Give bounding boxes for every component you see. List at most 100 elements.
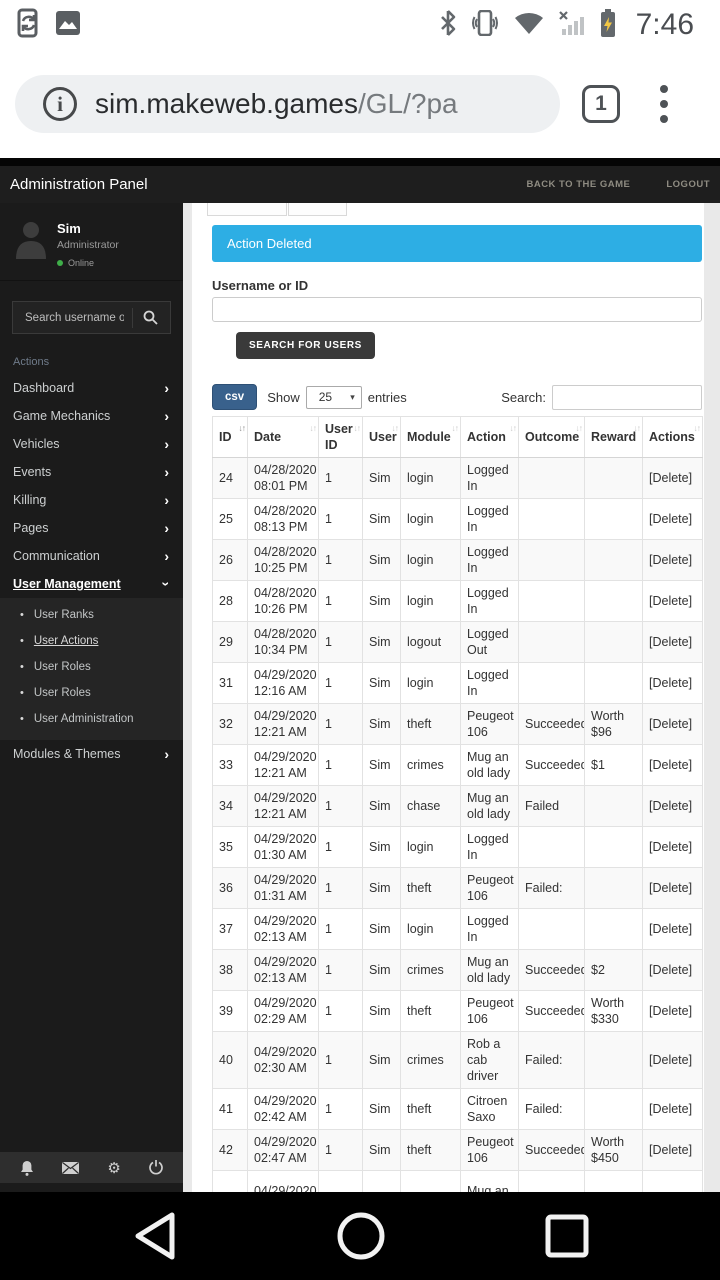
table-row: 35 04/29/2020 01:30 AM 1 Sim login Logged In [… — [212, 826, 703, 868]
tab-switcher-button[interactable]: 1 — [582, 85, 620, 123]
column-header-outcome[interactable]: Outcome ↓↑ — [518, 416, 585, 458]
sidebar-item-label: Pages — [13, 521, 49, 535]
back-to-game-link[interactable]: BACK TO THE GAME — [526, 179, 630, 190]
sidebar-search-input[interactable] — [13, 311, 132, 324]
clipped-tab[interactable] — [207, 203, 287, 216]
delete-action-link[interactable]: [Delete] — [649, 1053, 692, 1067]
delete-action-link[interactable]: [Delete] — [649, 799, 692, 813]
search-icon[interactable] — [132, 307, 170, 328]
table-search-input[interactable] — [552, 384, 702, 410]
table-row: 25 04/28/2020 08:13 PM 1 Sim login Logged In [… — [212, 498, 703, 540]
sidebar-item-communication[interactable]: Communication › — [0, 542, 183, 570]
delete-action-link[interactable]: [Delete] — [649, 676, 692, 690]
chevron-right-icon: › — [164, 520, 169, 536]
delete-action-link[interactable]: [Delete] — [649, 512, 692, 526]
sidebar-item-modules-themes[interactable]: Modules & Themes › — [0, 740, 183, 768]
delete-action-link[interactable]: [Delete] — [649, 922, 692, 936]
table-row: 28 04/28/2020 10:26 PM 1 Sim login Logged In [… — [212, 580, 703, 622]
sidebar-item-pages[interactable]: Pages › — [0, 514, 183, 542]
delete-action-link[interactable]: [Delete] — [649, 1143, 692, 1157]
sort-icon: ↓↑ — [309, 423, 317, 433]
sidebar-item-killing[interactable]: Killing › — [0, 486, 183, 514]
column-header-user[interactable]: User ↓↑ — [362, 416, 401, 458]
column-header-module[interactable]: Module ↓↑ — [400, 416, 461, 458]
cell-date: 04/28/2020 08:13 PM — [247, 498, 319, 540]
delete-action-link[interactable]: [Delete] — [649, 758, 692, 772]
bell-icon[interactable] — [20, 1160, 34, 1176]
cell-id: 32 — [212, 703, 248, 745]
delete-action-link[interactable]: [Delete] — [649, 717, 692, 731]
cell-actions: [Delete] — [642, 785, 703, 827]
delete-action-link[interactable]: [Delete] — [649, 963, 692, 977]
mail-icon[interactable] — [62, 1161, 80, 1174]
page-info-icon[interactable]: i — [43, 87, 77, 121]
delete-action-link[interactable]: [Delete] — [649, 1102, 692, 1116]
page-size-select[interactable]: 25 ▾ — [305, 385, 362, 409]
column-header-date[interactable]: Date ↓↑ — [247, 416, 319, 458]
sidebar-subitem-user-actions[interactable]: • User Actions — [0, 628, 183, 654]
cell-date: 04/29/2020 02:30 AM — [247, 1031, 319, 1089]
gear-icon[interactable]: ⚙ — [107, 1159, 120, 1177]
cell-date: 04/29/2020 02:13 AM — [247, 949, 319, 991]
cell-module: theft — [400, 1129, 461, 1171]
cell-user: Sim — [362, 744, 401, 786]
delete-action-link[interactable]: [Delete] — [649, 840, 692, 854]
cell-id: 34 — [212, 785, 248, 827]
wifi-icon — [514, 11, 544, 40]
cell-date: 04/29/2020 12:21 AM — [247, 785, 319, 827]
cell-outcome — [518, 662, 585, 704]
sidebar-item-user-management[interactable]: User Management › — [0, 570, 183, 598]
power-icon[interactable] — [149, 1160, 163, 1175]
search-for-users-button[interactable]: SEARCH FOR USERS — [236, 332, 375, 359]
sidebar-subitem-label: User Actions — [33, 635, 99, 647]
delete-action-link[interactable]: [Delete] — [649, 471, 692, 485]
cell-reward: $2 — [584, 949, 643, 991]
cell-actions: [Delete] — [642, 744, 703, 786]
sidebar-item-game-mechanics[interactable]: Game Mechanics › — [0, 402, 183, 430]
sidebar-item-vehicles[interactable]: Vehicles › — [0, 430, 183, 458]
cell-user: Sim — [362, 539, 401, 581]
url-bar[interactable]: i sim.makeweb.games/GL/?pa — [15, 75, 560, 133]
sidebar-subitem-user-ranks[interactable]: • User Ranks — [0, 602, 183, 628]
delete-action-link[interactable]: [Delete] — [649, 881, 692, 895]
table-row: 41 04/29/2020 02:42 AM 1 Sim theft Citroen Sa… — [212, 1088, 703, 1130]
back-button[interactable] — [130, 1211, 178, 1261]
home-button[interactable] — [335, 1210, 387, 1262]
column-header-action[interactable]: Action ↓↑ — [460, 416, 519, 458]
clipped-tab[interactable] — [288, 203, 347, 216]
delete-action-link[interactable]: [Delete] — [649, 594, 692, 608]
column-header-user-id[interactable]: User ID ↓↑ — [318, 416, 363, 458]
delete-action-link[interactable]: [Delete] — [649, 635, 692, 649]
column-header-actions[interactable]: Actions ↓↑ — [642, 416, 703, 458]
sidebar-item-events[interactable]: Events › — [0, 458, 183, 486]
column-header-id[interactable]: ID ↓↑ — [212, 416, 248, 458]
cell-id: 31 — [212, 662, 248, 704]
sidebar-subitem-user-roles[interactable]: • User Roles — [0, 680, 183, 706]
chevron-right-icon: › — [164, 436, 169, 452]
delete-action-link[interactable]: [Delete] — [649, 553, 692, 567]
csv-export-button[interactable]: csv — [212, 384, 258, 410]
battery-charging-icon — [600, 8, 616, 42]
cell-action: Logged Out — [460, 621, 519, 663]
cell-outcome — [518, 826, 585, 868]
cell-reward: $1 — [584, 744, 643, 786]
recents-button[interactable] — [544, 1213, 590, 1259]
column-header-reward[interactable]: Reward ↓↑ — [584, 416, 643, 458]
cell-reward — [584, 1170, 643, 1192]
sidebar-item-label: Dashboard — [13, 381, 75, 395]
browser-toolbar: i sim.makeweb.games/GL/?pa 1 — [0, 50, 720, 158]
android-nav-bar — [0, 1192, 720, 1280]
cell-actions: [Delete] — [642, 1031, 703, 1089]
delete-action-link[interactable]: [Delete] — [649, 1004, 692, 1018]
username-input[interactable] — [212, 297, 702, 322]
sort-icon: ↓↑ — [575, 423, 583, 433]
sidebar-subitem-user-administration[interactable]: • User Administration — [0, 706, 183, 732]
browser-menu-button[interactable] — [654, 79, 674, 129]
phone-sync-icon — [16, 8, 41, 43]
cell-outcome: Succeeded: — [518, 990, 585, 1032]
cell-module: theft — [400, 703, 461, 745]
sidebar-item-dashboard[interactable]: Dashboard › — [0, 374, 183, 402]
main-content: Action Deleted Username or ID SEARCH FOR… — [192, 203, 704, 1192]
logout-link[interactable]: LOGOUT — [666, 179, 710, 190]
sidebar-subitem-user-roles[interactable]: • User Roles — [0, 654, 183, 680]
